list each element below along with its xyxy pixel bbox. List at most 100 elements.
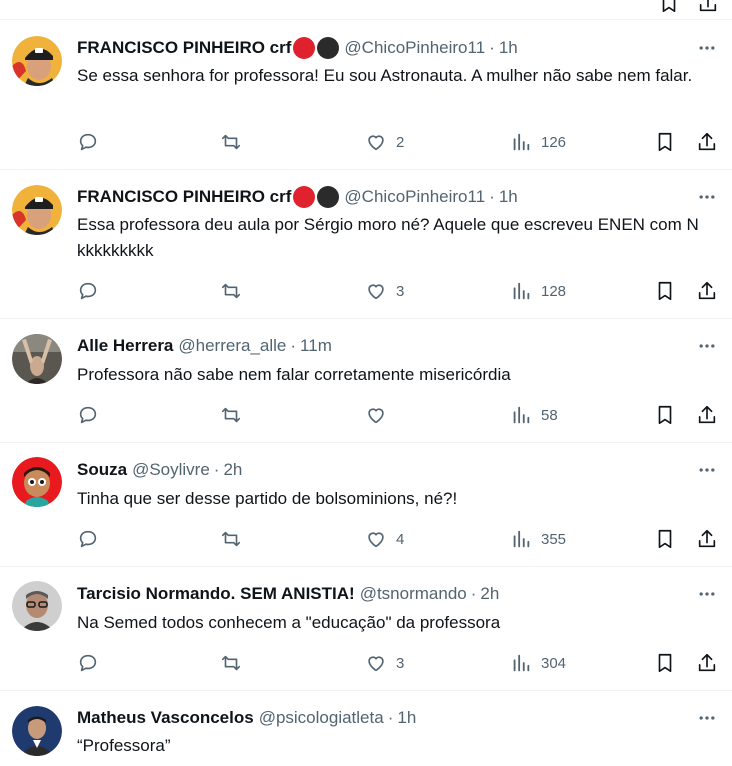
share-icon <box>698 132 716 151</box>
view-count: 126 <box>541 133 567 151</box>
timestamp[interactable]: 2h <box>480 583 499 605</box>
share-button[interactable] <box>696 527 718 551</box>
retweet-button[interactable] <box>220 403 242 427</box>
reply-tweet[interactable]: Alle Herrera @herrera_alle · 11m Profess… <box>0 319 732 443</box>
reply-tweet[interactable]: Souza @Soylivre · 2h Tinha que ser desse… <box>0 443 732 567</box>
author-name[interactable]: Souza <box>77 459 127 481</box>
bookmark-button[interactable] <box>654 403 676 427</box>
timestamp[interactable]: 1h <box>499 186 518 208</box>
share-button[interactable] <box>696 279 718 303</box>
bookmark-button[interactable] <box>654 527 676 551</box>
author-name[interactable]: Alle Herrera <box>77 335 173 357</box>
timestamp[interactable]: 1h <box>499 37 518 59</box>
separator: · <box>489 187 495 206</box>
author-name[interactable]: Matheus Vasconcelos <box>77 707 254 729</box>
bookmark-icon <box>658 405 672 425</box>
views-button[interactable]: 355 <box>510 527 566 551</box>
reply-button[interactable] <box>77 130 99 154</box>
reply-tweet[interactable]: Matheus Vasconcelos @psicologiatleta · 1… <box>0 691 732 766</box>
share-icon <box>698 281 716 300</box>
author-name[interactable]: FRANCISCO PINHEIRO crf <box>77 186 291 208</box>
views-button[interactable]: 126 <box>510 130 566 154</box>
reply-button[interactable] <box>77 279 99 303</box>
raised-hands-avatar-icon[interactable] <box>12 334 62 384</box>
like-button[interactable]: 3 <box>365 651 404 675</box>
tweet-text: Essa professora deu aula por Sérgio moro… <box>77 215 699 260</box>
bookmark-icon <box>658 281 672 301</box>
timestamp[interactable]: 11m <box>300 335 332 357</box>
man-jacket-avatar-icon[interactable] <box>12 706 62 756</box>
like-count: 3 <box>396 654 405 672</box>
more-options-icon[interactable] <box>696 583 718 605</box>
reply-tweet[interactable]: FRANCISCO PINHEIRO crf @ChicoPinheiro11 … <box>0 170 732 319</box>
retweet-icon <box>221 407 241 423</box>
author-handle[interactable]: @psicologiatleta <box>259 707 384 729</box>
author-handle[interactable]: @herrera_alle <box>178 335 286 357</box>
man-glasses-avatar-icon[interactable] <box>12 581 62 631</box>
bookmark-button[interactable] <box>654 130 676 154</box>
reply-icon <box>79 406 97 424</box>
reply-button[interactable] <box>77 403 99 427</box>
bookmark-button[interactable] <box>654 651 676 675</box>
retweet-button[interactable] <box>220 279 242 303</box>
views-button[interactable]: 128 <box>510 279 566 303</box>
views-button[interactable]: 304 <box>510 651 566 675</box>
action-bar: 3 128 <box>77 279 722 303</box>
reply-icon <box>79 530 97 548</box>
action-bar: 2 126 <box>77 130 722 154</box>
bookmark-button[interactable] <box>654 279 676 303</box>
share-icon <box>698 653 716 672</box>
views-bar-chart-icon <box>513 654 530 672</box>
share-button[interactable] <box>696 130 718 154</box>
like-count: 4 <box>396 530 405 548</box>
reply-icon <box>79 133 97 151</box>
reply-icon <box>79 654 97 672</box>
action-bar: 58 <box>77 403 722 427</box>
heart-icon <box>368 408 384 424</box>
cartoon-boy-avatar-icon[interactable] <box>12 457 62 507</box>
view-count: 355 <box>541 530 567 548</box>
more-options-icon[interactable] <box>696 186 718 208</box>
tweet-text: “Professora” <box>77 736 171 755</box>
tweet-text: Professora não sabe nem falar corretamen… <box>77 365 511 384</box>
retweet-button[interactable] <box>220 651 242 675</box>
separator: · <box>290 336 297 355</box>
retweet-button[interactable] <box>220 130 242 154</box>
reply-tweet[interactable]: FRANCISCO PINHEIRO crf @ChicoPinheiro11 … <box>0 20 732 170</box>
more-options-icon[interactable] <box>696 459 718 481</box>
views-bar-chart-icon <box>513 282 530 300</box>
author-name[interactable]: Tarcisio Normando. SEM ANISTIA! <box>77 583 355 605</box>
reply-tweet[interactable]: Tarcisio Normando. SEM ANISTIA! @tsnorma… <box>0 567 732 691</box>
like-button[interactable]: 3 <box>365 279 404 303</box>
author-handle[interactable]: @Soylivre <box>132 459 210 481</box>
like-button[interactable] <box>365 403 396 427</box>
more-options-icon[interactable] <box>696 37 718 59</box>
man-cap-avatar-icon[interactable] <box>12 185 62 235</box>
previous-tweet-fragment <box>0 0 732 20</box>
author-handle[interactable]: @ChicoPinheiro11 <box>344 186 485 208</box>
view-count: 58 <box>541 406 558 424</box>
share-button[interactable] <box>696 403 718 427</box>
tweet-text: Tinha que ser desse partido de bolsomini… <box>77 489 458 508</box>
like-button[interactable]: 4 <box>365 527 404 551</box>
share-icon[interactable] <box>697 0 719 14</box>
views-bar-chart-icon <box>513 406 530 424</box>
retweet-button[interactable] <box>220 527 242 551</box>
views-bar-chart-icon <box>513 530 530 548</box>
retweet-icon <box>221 531 241 547</box>
share-button[interactable] <box>696 651 718 675</box>
reply-icon <box>79 282 97 300</box>
author-handle[interactable]: @tsnormando <box>360 583 467 605</box>
more-options-icon[interactable] <box>696 335 718 357</box>
more-options-icon[interactable] <box>696 707 718 729</box>
author-name[interactable]: FRANCISCO PINHEIRO crf <box>77 37 291 59</box>
timestamp[interactable]: 1h <box>397 707 416 729</box>
reply-button[interactable] <box>77 651 99 675</box>
bookmark-icon[interactable] <box>658 0 680 14</box>
like-button[interactable]: 2 <box>365 130 404 154</box>
author-handle[interactable]: @ChicoPinheiro11 <box>344 37 485 59</box>
views-button[interactable]: 58 <box>510 403 558 427</box>
timestamp[interactable]: 2h <box>223 459 242 481</box>
man-cap-avatar-icon[interactable] <box>12 36 62 86</box>
reply-button[interactable] <box>77 527 99 551</box>
